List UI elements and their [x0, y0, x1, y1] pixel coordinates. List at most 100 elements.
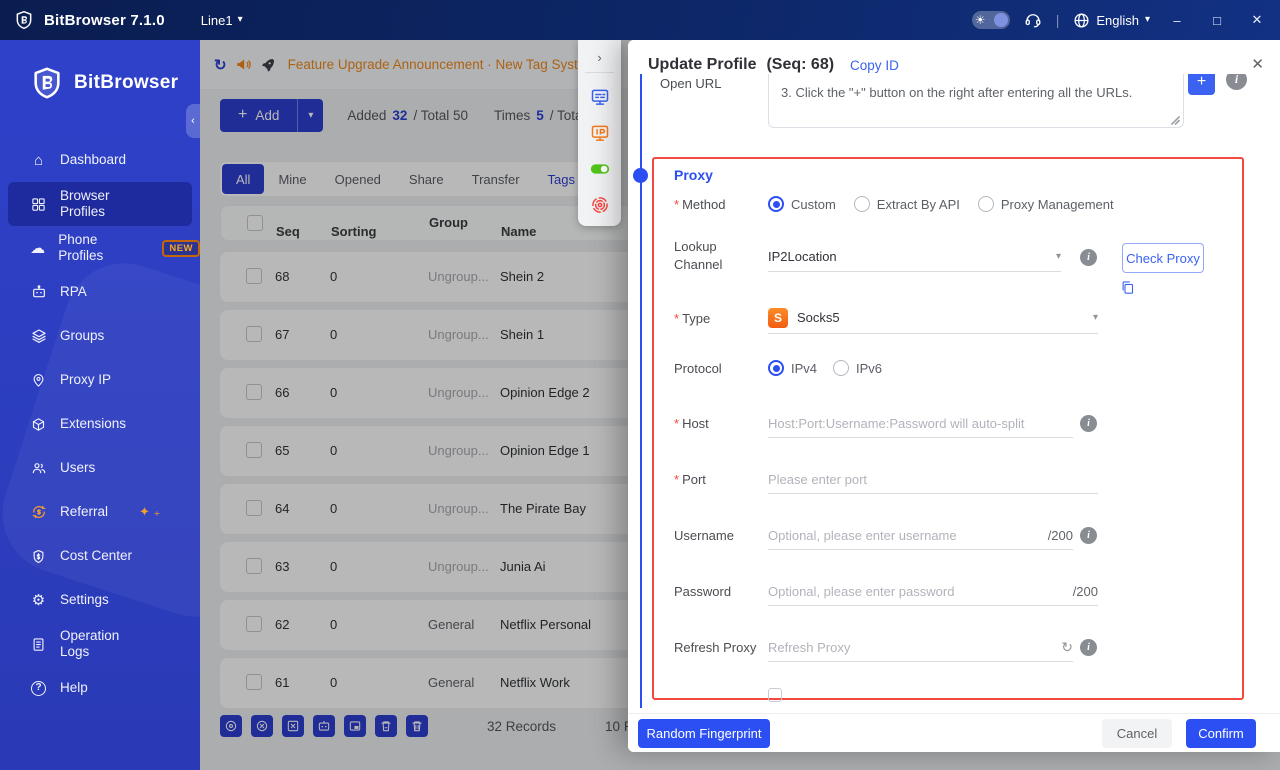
- protocol-options: IPv4 IPv6: [768, 354, 882, 382]
- proxy-type-select[interactable]: S Socks5 ▾: [768, 302, 1098, 334]
- host-label: *Host: [674, 416, 709, 431]
- username-info-icon[interactable]: i: [1080, 527, 1097, 544]
- lookup-info-icon[interactable]: i: [1080, 249, 1097, 266]
- location-pin-icon: [30, 372, 47, 389]
- fingerprint-icon[interactable]: [589, 194, 611, 216]
- sidebar-item-extensions[interactable]: Extensions: [0, 402, 200, 446]
- sidebar-nav: ⌂ Dashboard Browser Profiles ☁ Phone Pro…: [0, 138, 200, 710]
- port-label: *Port: [674, 472, 706, 487]
- sidebar-item-browser-profiles[interactable]: Browser Profiles: [8, 182, 192, 226]
- shield-dollar-icon: [30, 548, 47, 565]
- confirm-button[interactable]: Confirm: [1186, 719, 1256, 748]
- host-input[interactable]: [768, 416, 1073, 431]
- password-label: Password: [674, 584, 731, 599]
- caret-down-icon: ▾: [1093, 312, 1098, 323]
- port-input[interactable]: [768, 472, 1098, 487]
- titlebar-divider: |: [1056, 12, 1060, 28]
- sidebar-item-groups[interactable]: Groups: [0, 314, 200, 358]
- proxy-section-dot: [633, 168, 648, 183]
- ip-monitor-icon[interactable]: [589, 122, 611, 144]
- protocol-option-ipv4[interactable]: IPv4: [768, 360, 817, 376]
- modal-footer: Random Fingerprint Cancel Confirm: [628, 713, 1280, 752]
- sidebar-item-operation-logs[interactable]: Operation Logs: [0, 622, 200, 666]
- globe-icon: [1073, 12, 1090, 29]
- random-fingerprint-button[interactable]: Random Fingerprint: [638, 719, 770, 748]
- type-label: *Type: [674, 311, 710, 326]
- method-option-extract-api[interactable]: Extract By API: [854, 196, 960, 212]
- username-label: Username: [674, 528, 734, 543]
- resize-handle-icon[interactable]: [1171, 116, 1180, 125]
- cancel-button[interactable]: Cancel: [1102, 719, 1172, 748]
- referral-icon: [30, 504, 47, 521]
- toggle-on-icon[interactable]: [589, 158, 611, 180]
- update-profile-modal: Open URL 3. Click the "+" button on the …: [628, 40, 1280, 752]
- line-selector[interactable]: Line1 ▾: [201, 13, 243, 28]
- caret-down-icon: ▾: [1145, 15, 1150, 25]
- layers-icon: [30, 328, 47, 345]
- username-input[interactable]: [768, 528, 1048, 543]
- sidebar-item-cost-center[interactable]: Cost Center: [0, 534, 200, 578]
- caret-down-icon: ▾: [238, 15, 243, 25]
- sidebar-item-referral[interactable]: Referral ✦ ₊: [0, 490, 200, 534]
- radio-icon[interactable]: [833, 360, 849, 376]
- method-option-custom[interactable]: Custom: [768, 196, 836, 212]
- radio-icon[interactable]: [978, 196, 994, 212]
- modal-title: Update Profile: [648, 56, 756, 74]
- minimize-button[interactable]: –: [1164, 13, 1190, 28]
- brand-name: BitBrowser: [74, 72, 178, 94]
- display-settings-icon[interactable]: [589, 86, 611, 108]
- refresh-info-icon[interactable]: i: [1080, 639, 1097, 656]
- sun-icon: ☀: [975, 14, 986, 26]
- modal-header: Update Profile (Seq: 68) Copy ID ✕: [628, 40, 1280, 74]
- refresh-proxy-input[interactable]: [768, 640, 1061, 655]
- close-window-button[interactable]: ✕: [1244, 12, 1270, 28]
- modal-seq: (Seq: 68): [766, 56, 834, 74]
- sparkle-icon: ✦ ₊: [139, 504, 160, 520]
- sidebar-item-users[interactable]: Users: [0, 446, 200, 490]
- sidebar-item-help[interactable]: ? Help: [0, 666, 200, 710]
- support-headset-icon[interactable]: [1024, 11, 1042, 29]
- app-logo-icon: [14, 10, 34, 30]
- home-icon: ⌂: [30, 152, 47, 169]
- sidebar-item-phone-profiles[interactable]: ☁ Phone Profiles NEW: [0, 226, 200, 270]
- password-counter: /200: [1073, 584, 1098, 599]
- username-field-wrap: /200: [768, 521, 1073, 550]
- method-label: *Method: [674, 197, 725, 212]
- sidebar-item-proxy-ip[interactable]: Proxy IP: [0, 358, 200, 402]
- collapse-toolbar-button[interactable]: ›: [597, 44, 601, 70]
- check-proxy-button[interactable]: Check Proxy: [1122, 243, 1204, 273]
- method-options: Custom Extract By API Proxy Management: [768, 190, 1114, 218]
- close-modal-icon[interactable]: ✕: [1251, 55, 1264, 74]
- sidebar-collapse-button[interactable]: ‹: [186, 104, 200, 138]
- grid-icon: [30, 196, 47, 213]
- host-info-icon[interactable]: i: [1080, 415, 1097, 432]
- theme-toggle[interactable]: ☀: [972, 11, 1010, 29]
- gear-icon: ⚙: [30, 592, 47, 609]
- password-input[interactable]: [768, 584, 1073, 599]
- app-title: BitBrowser 7.1.0: [44, 12, 165, 29]
- partial-checkbox[interactable]: [768, 688, 782, 702]
- language-selector[interactable]: English ▾: [1073, 12, 1150, 29]
- robot-icon: [30, 284, 47, 301]
- sidebar-item-rpa[interactable]: RPA: [0, 270, 200, 314]
- brand-logo-icon: [30, 66, 64, 100]
- method-option-proxy-management[interactable]: Proxy Management: [978, 196, 1114, 212]
- radio-selected-icon[interactable]: [768, 360, 784, 376]
- lookup-channel-label: LookupChannel: [674, 238, 722, 274]
- copy-id-link[interactable]: Copy ID: [850, 58, 899, 74]
- refresh-proxy-label: Refresh Proxy: [674, 640, 756, 655]
- sidebar: BitBrowser ‹ ⌂ Dashboard Browser Profile…: [0, 40, 200, 770]
- radio-icon[interactable]: [854, 196, 870, 212]
- open-url-label: Open URL: [660, 76, 721, 91]
- protocol-option-ipv6[interactable]: IPv6: [833, 360, 882, 376]
- sidebar-item-settings[interactable]: ⚙ Settings: [0, 578, 200, 622]
- sidebar-item-dashboard[interactable]: ⌂ Dashboard: [0, 138, 200, 182]
- refresh-icon[interactable]: ↻: [1061, 639, 1073, 656]
- copy-icon[interactable]: [1120, 280, 1135, 295]
- cube-icon: [30, 416, 47, 433]
- maximize-button[interactable]: □: [1204, 13, 1230, 28]
- lookup-channel-select[interactable]: IP2Location ▾: [768, 242, 1061, 272]
- radio-selected-icon[interactable]: [768, 196, 784, 212]
- floating-toolbar: ›: [578, 40, 621, 226]
- host-field-wrap: [768, 409, 1073, 438]
